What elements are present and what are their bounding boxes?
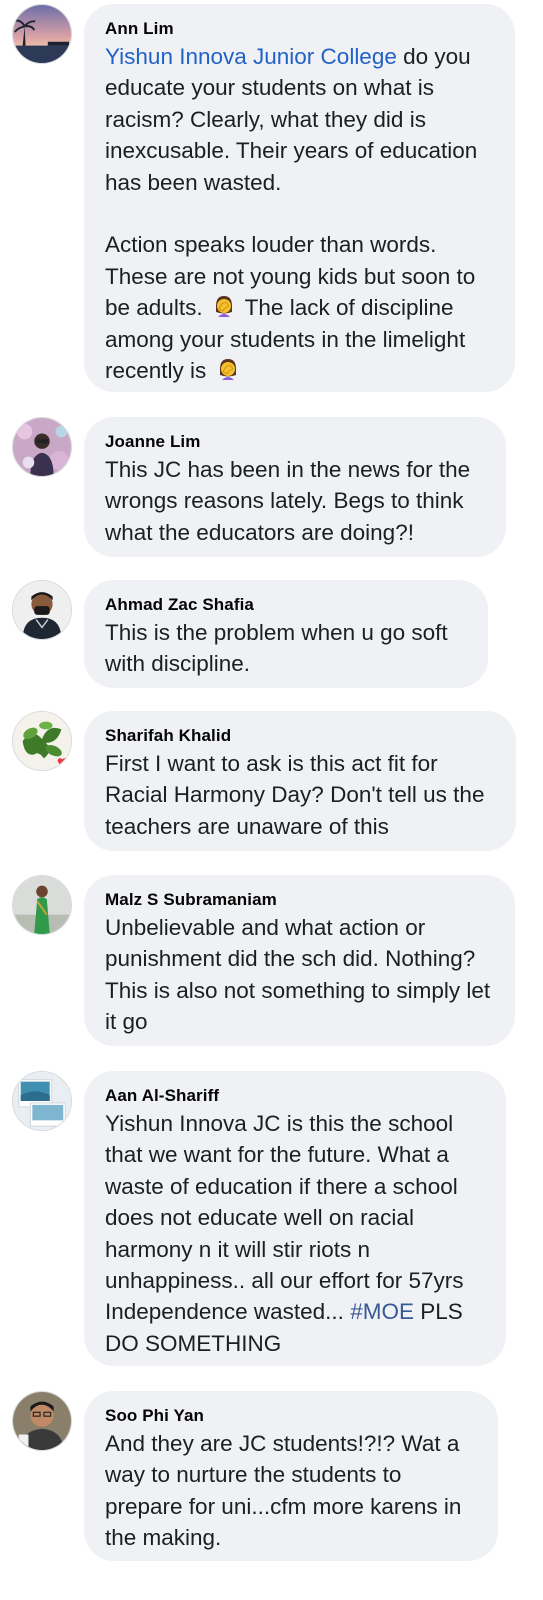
author-name[interactable]: Soo Phi Yan (105, 1405, 478, 1427)
tagged-page-link[interactable]: Yishun Innova Junior College (105, 44, 397, 69)
avatar[interactable] (12, 875, 72, 935)
comment-text: First I want to ask is this act fit for … (105, 751, 485, 839)
avatar[interactable] (12, 417, 72, 477)
comment-text: Unbelievable and what action or punishme… (105, 915, 491, 1035)
comment-bubble: Ann Lim Yishun Innova Junior College do … (84, 4, 515, 392)
comment-bubble: Soo Phi Yan And they are JC students!?!?… (84, 1391, 498, 1561)
author-name[interactable]: Ahmad Zac Shafia (105, 594, 468, 616)
avatar[interactable] (12, 1391, 72, 1451)
comment-text: And they are JC students!?!? Wat a way t… (105, 1431, 462, 1551)
hashtag-link[interactable]: #MOE (350, 1299, 414, 1324)
author-name[interactable]: Ann Lim (105, 18, 495, 40)
comment-bubble: Sharifah Khalid First I want to ask is t… (84, 711, 516, 851)
author-name[interactable]: Malz S Subramaniam (105, 889, 495, 911)
comment-bubble: Malz S Subramaniam Unbelievable and what… (84, 875, 515, 1046)
avatar[interactable] (12, 4, 72, 64)
comment-bubble: Ahmad Zac Shafia This is the problem whe… (84, 580, 488, 688)
comment-text: This is the problem when u go soft with … (105, 620, 448, 677)
comment-text: Yishun Innova Junior College do you educ… (105, 44, 478, 384)
author-name[interactable]: Joanne Lim (105, 431, 486, 453)
comment-text: Yishun Innova JC is this the school that… (105, 1111, 464, 1356)
comment-bubble: Aan Al-Shariff Yishun Innova JC is this … (84, 1071, 506, 1366)
author-name[interactable]: Sharifah Khalid (105, 725, 496, 747)
author-name[interactable]: Aan Al-Shariff (105, 1085, 486, 1107)
woman-facepalming-icon (215, 356, 241, 382)
avatar[interactable] (12, 711, 72, 771)
comment-text: This JC has been in the news for the wro… (105, 457, 471, 545)
avatar[interactable] (12, 580, 72, 640)
comment-bubble: Joanne Lim This JC has been in the news … (84, 417, 506, 557)
avatar[interactable] (12, 1071, 72, 1131)
woman-facepalming-icon (211, 293, 237, 319)
